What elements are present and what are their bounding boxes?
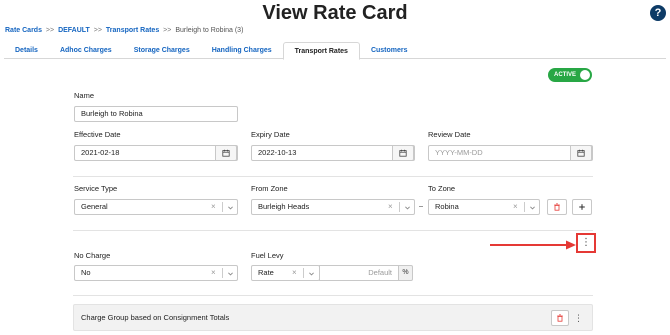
chevron-down-icon[interactable] <box>227 200 234 214</box>
plus-icon <box>579 204 585 210</box>
from-zone-select[interactable]: Burleigh Heads × <box>251 199 415 215</box>
chevron-down-icon[interactable] <box>529 200 536 214</box>
name-label: Name <box>74 91 95 100</box>
from-zone-label: From Zone <box>251 184 288 193</box>
tab-bar: Details Adhoc Charges Storage Charges Ha… <box>4 42 666 60</box>
clear-icon[interactable]: × <box>211 266 216 280</box>
review-date-placeholder: YYYY-MM-DD <box>435 148 483 157</box>
breadcrumb-current: Burleigh to Robina (3) <box>175 27 244 34</box>
kebab-icon[interactable]: ⋮ <box>574 313 583 324</box>
to-zone-label: To Zone <box>428 184 456 193</box>
from-zone-value: Burleigh Heads <box>258 202 310 211</box>
annotation-arrow <box>490 240 576 250</box>
trash-icon <box>554 203 560 211</box>
select-divider <box>222 202 223 212</box>
section-divider <box>73 176 593 177</box>
fuel-levy-type-value: Rate <box>258 268 274 277</box>
select-divider <box>303 268 304 278</box>
add-button[interactable] <box>572 199 592 215</box>
service-type-select[interactable]: General × <box>74 199 238 215</box>
active-toggle[interactable]: ACTIVE <box>548 68 592 82</box>
delete-charge-group-button[interactable] <box>551 310 569 326</box>
expiry-date-input[interactable]: 2022-10-13 <box>251 145 415 161</box>
fuel-levy-label: Fuel Levy <box>251 251 284 260</box>
charge-group-header: Charge Group based on Consignment Totals… <box>73 304 593 331</box>
chevron-down-icon[interactable] <box>227 266 234 280</box>
tab-transport-rates[interactable]: Transport Rates <box>282 42 360 60</box>
percent-addon: % <box>398 265 413 281</box>
fuel-levy-type-select[interactable]: Rate × <box>251 265 320 281</box>
active-toggle-label: ACTIVE <box>554 72 577 78</box>
chevron-down-icon[interactable] <box>404 200 411 214</box>
expiry-date-label: Expiry Date <box>251 130 290 139</box>
delete-button[interactable] <box>547 199 567 215</box>
tab-storage-charges[interactable]: Storage Charges <box>123 42 201 59</box>
to-zone-select[interactable]: Robina × <box>428 199 540 215</box>
chevron-down-icon[interactable] <box>308 266 315 280</box>
kebab-icon: ⋮ <box>581 237 591 248</box>
tab-adhoc-charges[interactable]: Adhoc Charges <box>49 42 123 59</box>
calendar-icon[interactable] <box>215 145 237 161</box>
tab-details[interactable]: Details <box>4 42 49 59</box>
breadcrumb-default[interactable]: DEFAULT <box>58 27 90 34</box>
review-date-input[interactable]: YYYY-MM-DD <box>428 145 593 161</box>
breadcrumb-separator: >> <box>93 27 102 34</box>
breadcrumb-rate-cards[interactable]: Rate Cards <box>5 27 42 34</box>
clear-icon[interactable]: × <box>388 200 393 214</box>
breadcrumb-separator: >> <box>45 27 55 34</box>
to-zone-value: Robina <box>435 202 459 211</box>
effective-date-label: Effective Date <box>74 130 121 139</box>
expiry-date-value: 2022-10-13 <box>258 148 297 157</box>
select-divider <box>222 268 223 278</box>
tab-customers[interactable]: Customers <box>360 42 419 59</box>
clear-icon[interactable]: × <box>211 200 216 214</box>
clear-icon[interactable]: × <box>513 200 518 214</box>
no-charge-label: No Charge <box>74 251 111 260</box>
breadcrumb-transport-rates[interactable]: Transport Rates <box>106 27 159 34</box>
zone-separator <box>419 206 423 207</box>
breadcrumb: Rate Cards >> DEFAULT >> Transport Rates… <box>5 27 243 34</box>
help-icon[interactable]: ? <box>650 5 666 21</box>
effective-date-value: 2021-02-18 <box>81 148 120 157</box>
calendar-icon[interactable] <box>570 145 592 161</box>
service-type-value: General <box>81 202 108 211</box>
select-divider <box>524 202 525 212</box>
page-title: View Rate Card <box>262 2 408 24</box>
no-charge-select[interactable]: No × <box>74 265 238 281</box>
calendar-icon[interactable] <box>392 145 414 161</box>
no-charge-value: No <box>81 268 91 277</box>
section-divider <box>73 230 593 231</box>
charge-group-title: Charge Group based on Consignment Totals <box>81 313 230 322</box>
breadcrumb-separator: >> <box>163 27 172 34</box>
section-divider <box>73 295 593 296</box>
name-input[interactable]: Burleigh to Robina <box>74 106 238 122</box>
trash-icon <box>557 314 563 322</box>
more-options-button[interactable]: ⋮ <box>576 233 596 253</box>
clear-icon[interactable]: × <box>292 266 297 280</box>
fuel-levy-amount-input[interactable]: Default <box>319 265 399 281</box>
service-type-label: Service Type <box>74 184 118 193</box>
effective-date-input[interactable]: 2021-02-18 <box>74 145 238 161</box>
tab-handling-charges[interactable]: Handling Charges <box>201 42 283 59</box>
review-date-label: Review Date <box>428 130 471 139</box>
select-divider <box>399 202 400 212</box>
toggle-knob <box>580 70 590 80</box>
